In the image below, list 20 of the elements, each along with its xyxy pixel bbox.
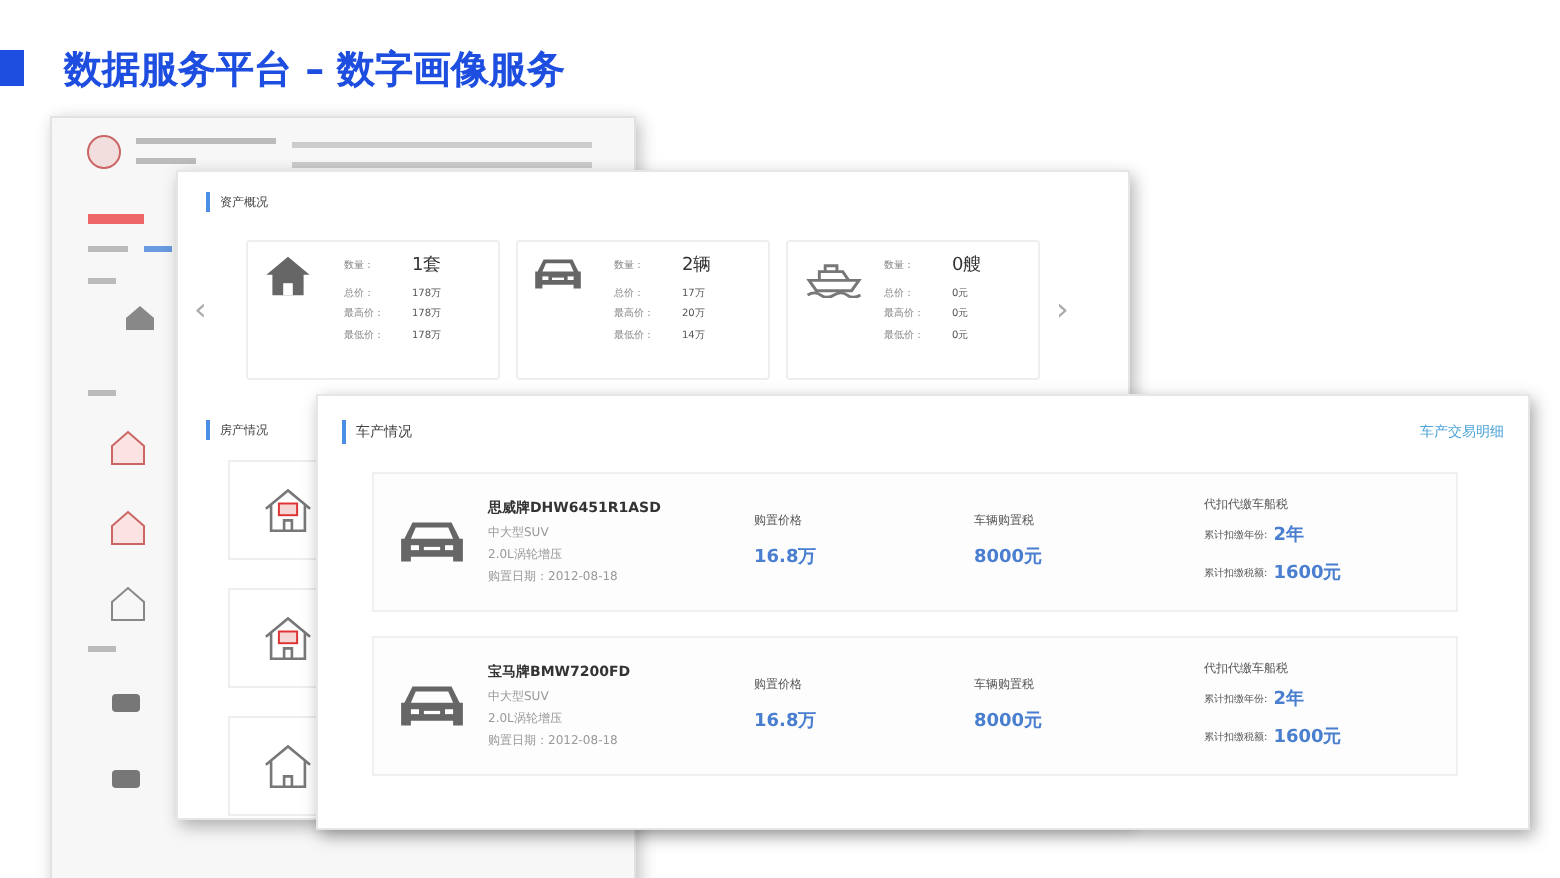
- previous-arrow[interactable]: ‹: [194, 286, 230, 334]
- title-marker: [0, 50, 24, 86]
- car-icon: [534, 254, 582, 294]
- field-value: 0艘: [952, 254, 982, 280]
- house-icon: [262, 614, 314, 662]
- house-icon: [262, 486, 314, 534]
- field-value: 2年: [1273, 688, 1304, 714]
- field-value: 16.8万: [754, 545, 819, 572]
- field-value: 2辆: [682, 254, 712, 280]
- field-value: 1600元: [1273, 725, 1342, 751]
- house-icon: [264, 254, 312, 298]
- field-value: 2年: [1273, 524, 1304, 550]
- field-value: 1600元: [1273, 561, 1342, 587]
- field-value: 16.8万: [754, 709, 819, 736]
- next-arrow[interactable]: ›: [1056, 286, 1069, 334]
- field-value: 8000元: [974, 709, 1045, 736]
- house-icon: [262, 742, 314, 790]
- field-value: 1套: [412, 254, 442, 280]
- field-value: 8000元: [974, 545, 1045, 572]
- slide-title: 数据服务平台 – 数字画像服务: [64, 46, 566, 96]
